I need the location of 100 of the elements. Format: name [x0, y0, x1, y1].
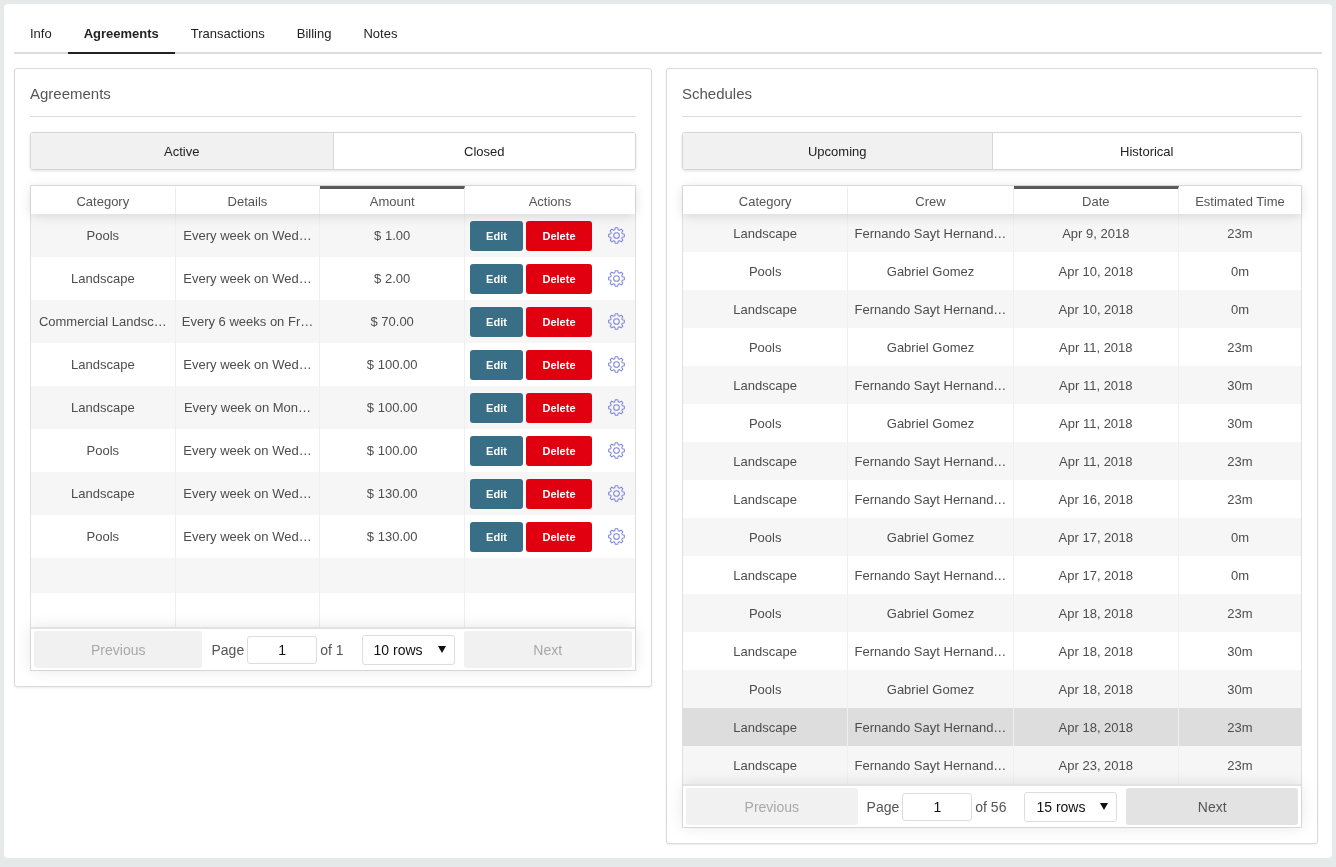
table-cell: $ 130.00: [366, 486, 418, 501]
edit-button[interactable]: Edit: [470, 306, 523, 337]
page-label: Page: [866, 798, 900, 815]
gear-icon[interactable]: [608, 528, 625, 545]
panel-title: Agreements: [30, 84, 112, 104]
page-count: of 56: [975, 798, 1007, 815]
table-row[interactable]: Landscape Fernando Sayt Hernand… Apr 18, 2018 23m: [683, 708, 1301, 746]
page-field[interactable]: 1: [902, 792, 973, 821]
table-cell: Every week on Wed…: [183, 486, 312, 501]
table-cell: Fernando Sayt Hernand…: [854, 719, 1007, 735]
column-header[interactable]: Estimated Time: [1179, 186, 1301, 214]
edit-button[interactable]: Edit: [470, 435, 523, 466]
table-cell: Pools: [748, 263, 782, 279]
table-cell: Apr 18, 2018: [1058, 719, 1134, 735]
table-cell: Apr 11, 2018: [1059, 453, 1133, 469]
edit-button[interactable]: Edit: [470, 263, 523, 294]
table-cell: Apr 18, 2018: [1058, 681, 1134, 697]
table-cell: $ 1.00: [374, 228, 411, 243]
table-cell: Gabriel Gomez: [886, 415, 975, 431]
table-row[interactable]: Pools Gabriel Gomez Apr 18, 2018 30m: [683, 670, 1301, 708]
edit-button[interactable]: Edit: [470, 392, 523, 423]
table-cell: Every week on Wed…: [183, 443, 312, 458]
next-button[interactable]: Next: [1126, 788, 1298, 825]
table-cell: Every 6 weeks on Fr…: [181, 314, 314, 329]
page-field[interactable]: 1: [247, 635, 318, 664]
table-cell: Pools: [86, 228, 120, 243]
delete-button[interactable]: Delete: [526, 478, 592, 509]
table-cell: 23m: [1227, 719, 1253, 735]
segment-tab[interactable]: Upcoming: [683, 133, 992, 169]
table-cell: Landscape: [733, 225, 797, 241]
delete-button[interactable]: Delete: [526, 435, 592, 466]
table-cell: Landscape: [733, 719, 797, 735]
table-cell: Apr 18, 2018: [1058, 643, 1134, 659]
table-cell: Landscape: [71, 271, 135, 286]
table-cell: Apr 11, 2018: [1059, 377, 1133, 393]
table-row[interactable]: Pools Gabriel Gomez Apr 17, 2018 0m: [683, 518, 1301, 556]
table-row[interactable]: Pools Gabriel Gomez Apr 18, 2018 23m: [683, 594, 1301, 632]
table-cell: Apr 18, 2018: [1058, 605, 1134, 621]
table-cell: 30m: [1227, 643, 1253, 659]
delete-button[interactable]: Delete: [526, 220, 592, 251]
column-header[interactable]: Actions: [465, 186, 635, 214]
table-cell: 30m: [1227, 415, 1253, 431]
table-cell: Pools: [748, 415, 782, 431]
edit-button[interactable]: Edit: [470, 349, 523, 380]
table-row[interactable]: Landscape Fernando Sayt Hernand… Apr 11, 2018 30m: [683, 366, 1301, 404]
segment-tab[interactable]: Historical: [991, 133, 1301, 169]
edit-button[interactable]: Edit: [470, 521, 523, 552]
table-cell: Gabriel Gomez: [886, 263, 975, 279]
edit-button[interactable]: Edit: [470, 478, 523, 509]
delete-button[interactable]: Delete: [526, 306, 592, 337]
table-cell: Landscape: [733, 757, 797, 773]
tab[interactable]: Notes: [347, 14, 414, 54]
table-cell: 23m: [1227, 225, 1253, 241]
tab[interactable]: Billing: [280, 14, 348, 54]
table-cell: Apr 17, 2018: [1058, 529, 1134, 545]
table-cell: Apr 9, 2018: [1062, 225, 1130, 241]
table-cell: Every week on Wed…: [183, 271, 312, 286]
table-cell: Fernando Sayt Hernand…: [854, 453, 1007, 469]
tab[interactable]: Transactions: [174, 14, 281, 54]
delete-button[interactable]: Delete: [526, 521, 592, 552]
page-count: of 1: [320, 641, 344, 658]
table-cell: Every week on Wed…: [183, 228, 312, 243]
table-cell: Landscape: [71, 486, 135, 501]
delete-button[interactable]: Delete: [526, 349, 592, 380]
table-row[interactable]: Landscape Fernando Sayt Hernand… Apr 9, 2018 23m: [683, 214, 1301, 252]
segment-tab[interactable]: Closed: [332, 133, 635, 169]
table-cell: $ 2.00: [374, 271, 411, 286]
page-label: Page: [211, 641, 245, 658]
gear-icon[interactable]: [608, 485, 625, 502]
table-row[interactable]: Landscape Fernando Sayt Hernand… Apr 11, 2018 23m: [683, 442, 1301, 480]
table-cell: Fernando Sayt Hernand…: [854, 757, 1007, 773]
table-cell: Landscape: [733, 567, 797, 583]
table-cell: 23m: [1227, 453, 1253, 469]
table-cell: Apr 17, 2018: [1058, 567, 1134, 583]
table-cell: Every week on Mon…: [183, 400, 312, 415]
segment-tab[interactable]: Active: [31, 133, 333, 169]
table-cell: Landscape: [71, 357, 135, 372]
table-cell: 23m: [1227, 339, 1253, 355]
table-cell: 30m: [1227, 681, 1253, 697]
gear-icon[interactable]: [608, 227, 625, 244]
table-row[interactable]: Landscape Fernando Sayt Hernand… Apr 10, 2018 0m: [683, 290, 1301, 328]
table-cell: Landscape: [71, 400, 135, 415]
edit-button[interactable]: Edit: [470, 220, 523, 251]
tab[interactable]: Info: [14, 14, 68, 54]
table-cell: Apr 16, 2018: [1058, 491, 1134, 507]
gear-icon[interactable]: [608, 399, 625, 416]
gear-icon[interactable]: [608, 442, 625, 459]
rows-select[interactable]: 10 rows: [361, 634, 455, 665]
rows-select[interactable]: 15 rows: [1024, 791, 1118, 822]
table-cell: 23m: [1227, 605, 1253, 621]
table-cell: $ 70.00: [370, 314, 414, 329]
delete-button[interactable]: Delete: [526, 263, 592, 294]
delete-button[interactable]: Delete: [526, 392, 592, 423]
table-row[interactable]: Landscape Fernando Sayt Hernand… Apr 23, 2018 23m: [683, 746, 1301, 784]
gear-icon[interactable]: [608, 356, 625, 373]
tab[interactable]: Agreements: [67, 14, 175, 54]
table-cell: Commercial Landsc…: [38, 314, 167, 329]
table-cell: Landscape: [733, 643, 797, 659]
gear-icon[interactable]: [608, 270, 625, 287]
gear-icon[interactable]: [608, 313, 625, 330]
